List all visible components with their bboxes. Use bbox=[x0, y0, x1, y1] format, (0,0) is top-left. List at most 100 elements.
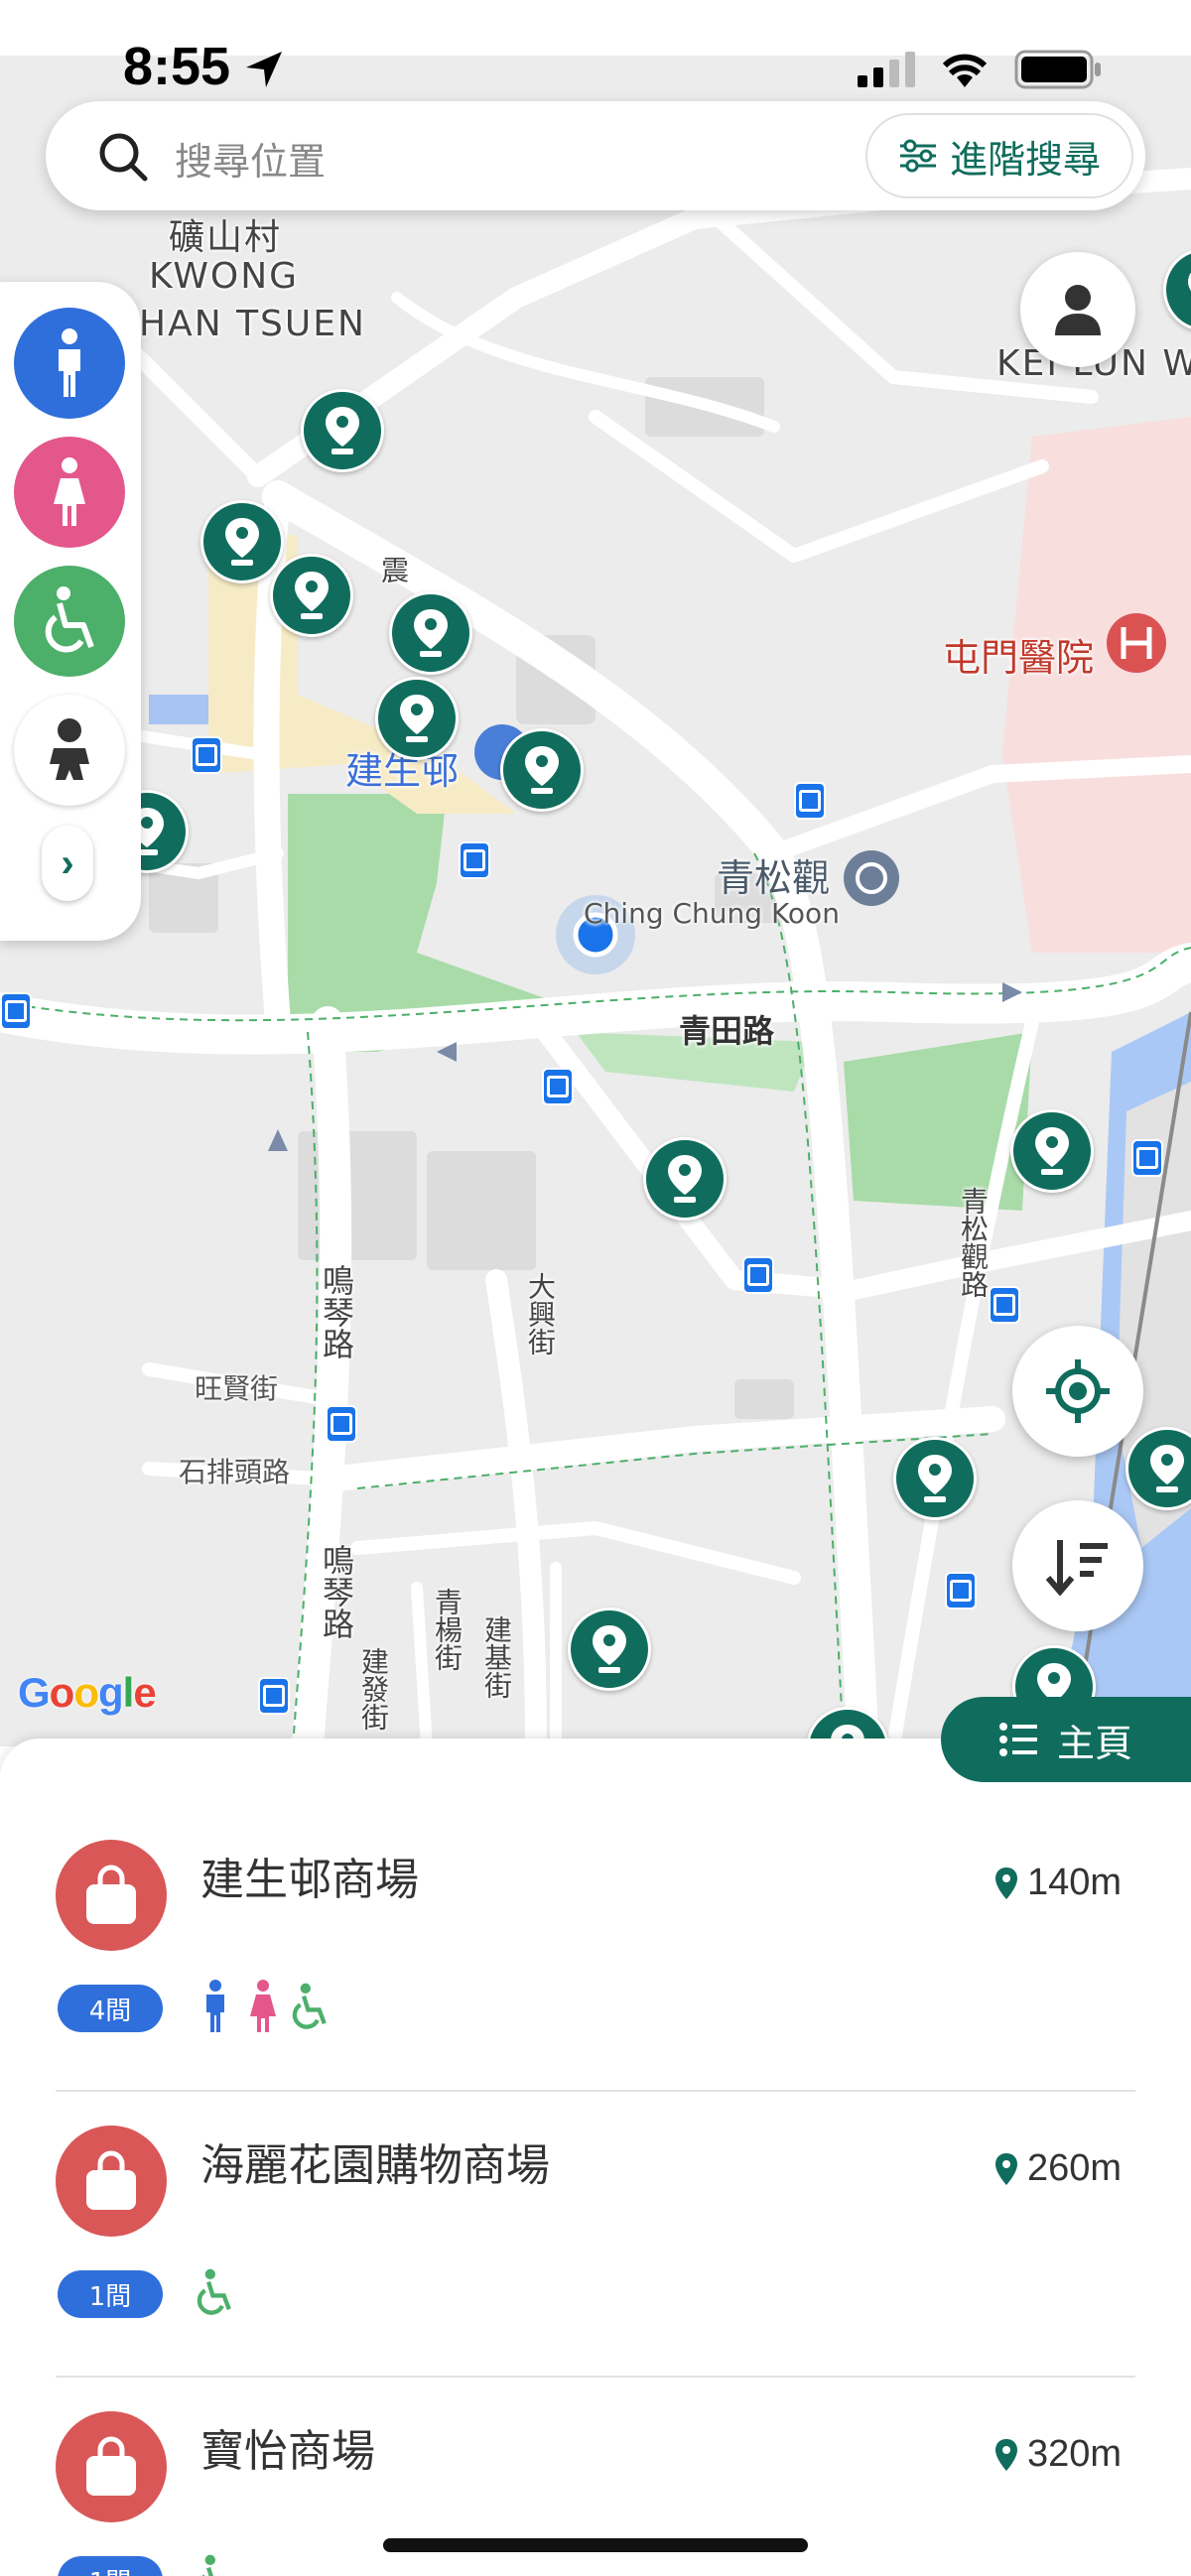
toilet-pin-icon[interactable] bbox=[643, 1137, 727, 1221]
location-pin-icon bbox=[994, 1867, 1017, 1899]
filter-male-button[interactable] bbox=[14, 308, 125, 419]
distance-text: 320m bbox=[1026, 2433, 1122, 2475]
bus-stop-icon[interactable] bbox=[794, 782, 826, 820]
search-icon bbox=[99, 133, 148, 182]
result-name: 寶怡商場 bbox=[200, 2426, 375, 2477]
toilet-pin-icon[interactable] bbox=[389, 591, 472, 675]
battery-icon bbox=[1014, 50, 1101, 89]
distance-text: 140m bbox=[1026, 1862, 1122, 1903]
signal-icon bbox=[858, 52, 915, 87]
map-label: 鳴琴路 bbox=[318, 1264, 355, 1359]
map-label: 青田路 bbox=[679, 1012, 775, 1050]
bus-stop-icon[interactable] bbox=[989, 1286, 1020, 1324]
sort-button[interactable] bbox=[1012, 1500, 1143, 1631]
toilet-pin-icon[interactable] bbox=[375, 677, 459, 760]
shopping-bag-icon bbox=[56, 1840, 167, 1951]
bus-stop-icon[interactable] bbox=[742, 1256, 774, 1294]
wifi-icon bbox=[942, 54, 988, 87]
bus-stop-icon[interactable] bbox=[258, 1677, 290, 1715]
bus-stop-icon[interactable] bbox=[945, 1572, 977, 1610]
male-icon bbox=[59, 328, 80, 397]
female-icon bbox=[250, 1980, 276, 2032]
search-input[interactable]: 搜尋位置 bbox=[175, 131, 326, 186]
wheelchair-icon bbox=[201, 2554, 215, 2576]
search-bar[interactable]: 搜尋位置 進階搜尋 bbox=[46, 101, 1145, 210]
male-icon bbox=[206, 1980, 224, 2032]
wheelchair-icon bbox=[197, 2268, 231, 2315]
bus-stop-icon[interactable] bbox=[191, 736, 222, 774]
map-label: 青楊街 bbox=[431, 1588, 463, 1671]
map-label: Ching Chung Koon bbox=[584, 897, 840, 930]
result-distance: 140m bbox=[993, 1862, 1122, 1904]
filter-female-button[interactable] bbox=[14, 437, 125, 548]
map-label: 鳴琴路 bbox=[318, 1544, 355, 1639]
toilet-pin-icon[interactable] bbox=[893, 1437, 977, 1520]
bus-stop-icon[interactable] bbox=[542, 1068, 574, 1105]
expand-filters-button[interactable]: › bbox=[42, 826, 93, 901]
toilet-pin-icon[interactable] bbox=[301, 389, 384, 472]
crosshair-icon bbox=[1046, 1359, 1110, 1423]
filter-sliders-icon bbox=[899, 139, 936, 173]
map-view[interactable]: 礦山村 KWONG HAN TSUEN KEI LUN W 屯門醫院 青松觀 C… bbox=[0, 0, 1191, 1746]
count-badge: 4間 bbox=[58, 1985, 163, 2032]
bus-stop-icon[interactable] bbox=[0, 992, 32, 1030]
map-label: 礦山村 bbox=[169, 217, 283, 258]
divider bbox=[56, 2376, 1135, 2378]
result-name: 海麗花園購物商場 bbox=[200, 2140, 550, 2191]
bus-stop-icon[interactable] bbox=[326, 1405, 357, 1443]
toilet-pin-icon[interactable] bbox=[200, 500, 284, 583]
female-icon bbox=[54, 457, 85, 526]
filter-accessible-button[interactable] bbox=[14, 566, 125, 677]
bus-stop-icon[interactable] bbox=[1131, 1139, 1163, 1177]
toilet-pin-icon[interactable] bbox=[270, 554, 353, 637]
home-indicator bbox=[383, 2538, 808, 2552]
sort-icon bbox=[1045, 1540, 1108, 1596]
wheelchair-icon bbox=[45, 586, 94, 653]
map-label: KWONG bbox=[149, 256, 300, 297]
profile-button[interactable] bbox=[1020, 252, 1135, 367]
count-badge: 1間 bbox=[58, 2270, 163, 2318]
advanced-search-button[interactable]: 進階搜尋 bbox=[865, 113, 1133, 198]
person-icon bbox=[1055, 285, 1101, 335]
wheelchair-icon bbox=[292, 1983, 327, 2029]
result-distance: 260m bbox=[993, 2147, 1122, 2190]
map-label: 大興街 bbox=[524, 1272, 557, 1355]
facility-icons bbox=[197, 1979, 330, 2034]
home-button[interactable]: 主頁 bbox=[941, 1697, 1191, 1782]
result-item[interactable]: 建生邨商場 140m 4間 bbox=[56, 1840, 1135, 2127]
shopping-bag-icon bbox=[56, 2125, 167, 2237]
map-label: 旺賢街 bbox=[195, 1372, 279, 1405]
location-pin-icon bbox=[994, 2152, 1017, 2185]
facility-icons bbox=[197, 2264, 234, 2320]
map-label: 建發街 bbox=[357, 1647, 390, 1731]
status-time: 8:55 bbox=[123, 37, 231, 96]
result-distance: 320m bbox=[993, 2433, 1122, 2476]
location-pin-icon bbox=[994, 2438, 1017, 2471]
count-badge: 1間 bbox=[58, 2556, 163, 2576]
results-sheet[interactable]: 建生邨商場 140m 4間 海麗花園購物商場 260m 1間 寶怡商場 320m bbox=[0, 1739, 1191, 2576]
bus-stop-icon[interactable] bbox=[459, 841, 490, 879]
google-logo: Google bbox=[18, 1669, 157, 1716]
map-label: 震 bbox=[377, 556, 410, 583]
list-icon bbox=[998, 1723, 1037, 1756]
filter-baby-button[interactable] bbox=[14, 695, 125, 806]
toilet-pin-icon[interactable] bbox=[500, 728, 584, 812]
map-label: 建基街 bbox=[480, 1615, 513, 1699]
distance-text: 260m bbox=[1026, 2147, 1122, 2189]
home-label: 主頁 bbox=[1056, 1721, 1132, 1765]
location-arrow-icon bbox=[246, 52, 282, 87]
my-location-button[interactable] bbox=[1012, 1326, 1143, 1457]
result-item[interactable]: 海麗花園購物商場 260m 1間 bbox=[56, 2125, 1135, 2413]
map-label: 青松觀 bbox=[717, 856, 831, 900]
map-label: 屯門醫院 bbox=[943, 636, 1095, 680]
divider bbox=[56, 2090, 1135, 2092]
baby-icon bbox=[50, 718, 89, 780]
toilet-pin-icon[interactable] bbox=[1010, 1109, 1094, 1193]
toilet-pin-icon[interactable] bbox=[568, 1608, 651, 1691]
map-label: 石排頭路 bbox=[179, 1456, 291, 1488]
result-name: 建生邨商場 bbox=[200, 1855, 419, 1905]
facility-filter-panel: › bbox=[0, 282, 141, 941]
map-label: HAN TSUEN bbox=[139, 304, 366, 344]
map-label: 青松觀路 bbox=[957, 1187, 990, 1298]
advanced-search-label: 進階搜尋 bbox=[949, 137, 1101, 182]
